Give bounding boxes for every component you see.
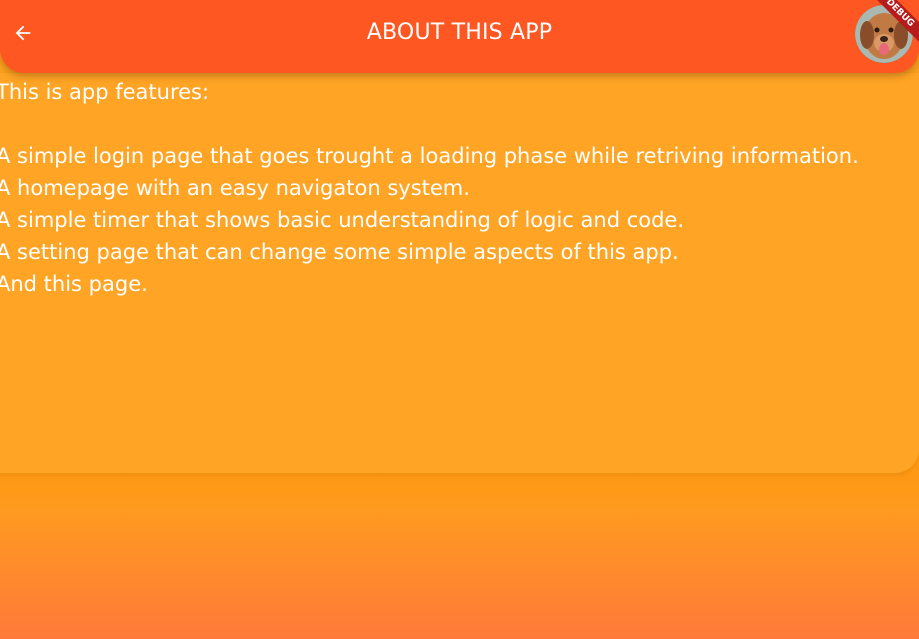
- feature-item: A simple login page that goes trought a …: [0, 144, 859, 168]
- intro-text: This is app features:: [0, 80, 210, 104]
- app-bar: ABOUT THIS APP: [0, 0, 919, 73]
- page-title: ABOUT THIS APP: [366, 20, 553, 45]
- feature-item: A simple timer that shows basic understa…: [0, 208, 685, 232]
- feature-item: A homepage with an easy navigaton system…: [0, 176, 470, 200]
- feature-item: And this page.: [0, 272, 148, 296]
- app-root: ABOUT THIS APP DEBUG This is app feature…: [0, 0, 919, 639]
- feature-item: A setting page that can change some simp…: [0, 240, 679, 264]
- features-text: This is app features: A simple login pag…: [0, 76, 859, 300]
